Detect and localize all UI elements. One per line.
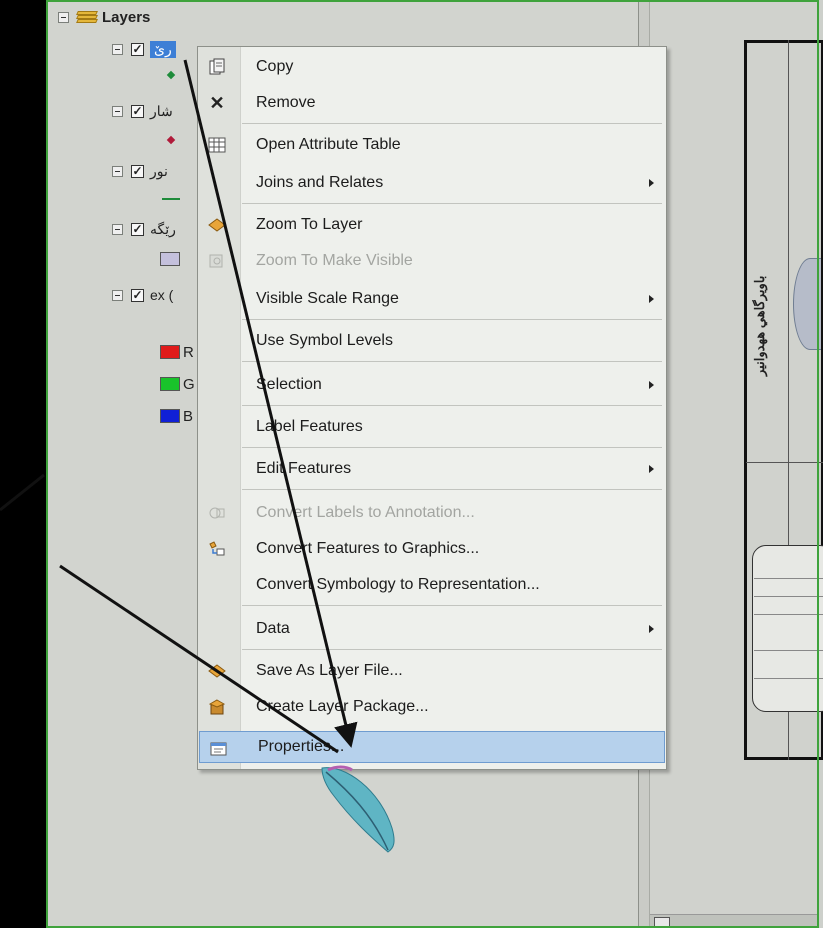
left-black-bar xyxy=(0,0,46,928)
window-border xyxy=(46,0,819,928)
